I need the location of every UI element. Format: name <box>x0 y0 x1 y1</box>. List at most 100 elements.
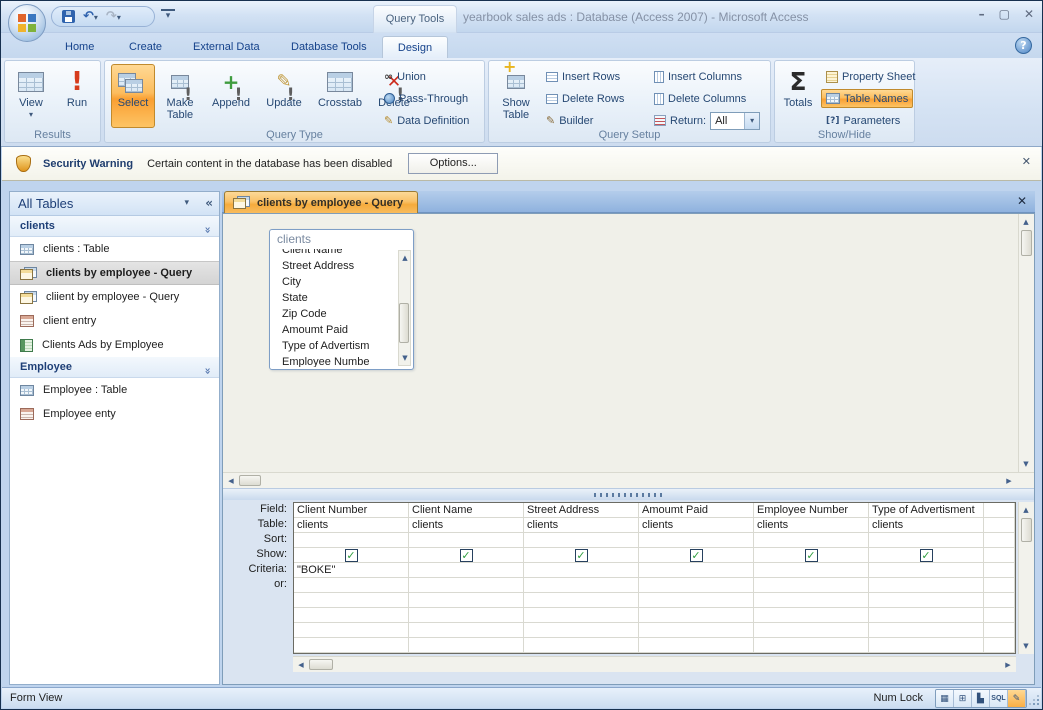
scroll-right-icon[interactable]: ▶ <box>1001 658 1015 672</box>
grid-cell-criteria[interactable] <box>754 563 869 578</box>
grid-cell[interactable] <box>409 638 524 653</box>
grid-cell[interactable] <box>294 623 409 638</box>
grid-cell-show[interactable]: ✓ <box>754 548 869 563</box>
scroll-up-icon[interactable]: ▲ <box>1019 503 1033 517</box>
scroll-down-icon[interactable]: ▼ <box>1019 457 1033 471</box>
datasheet-view-button[interactable]: ▦ <box>936 690 954 707</box>
grid-cell-show[interactable]: ✓ <box>294 548 409 563</box>
grid-cell-table[interactable]: clients <box>754 518 869 533</box>
grid-cell-show[interactable]: ✓ <box>639 548 754 563</box>
grid-cell[interactable] <box>524 593 639 608</box>
return-dropdown-icon[interactable]: ▾ <box>744 113 759 129</box>
scroll-left-icon[interactable]: ◀ <box>224 474 238 488</box>
grid-cell-or[interactable] <box>639 578 754 593</box>
message-bar-close-icon[interactable]: ✕ <box>1022 155 1031 168</box>
pass-through-button[interactable]: Pass-Through <box>379 89 473 108</box>
pivottable-view-button[interactable]: ⊞ <box>954 690 972 707</box>
tab-design[interactable]: Design <box>382 36 448 58</box>
data-definition-button[interactable]: ✎ Data Definition <box>379 111 474 130</box>
grid-cell-sort[interactable] <box>409 533 524 548</box>
make-table-button[interactable]: ! Make Table <box>157 64 203 128</box>
grid-cell-criteria[interactable] <box>869 563 984 578</box>
grid-cell[interactable] <box>294 593 409 608</box>
show-checkbox[interactable]: ✓ <box>690 549 703 562</box>
run-button[interactable]: ! Run <box>57 64 97 128</box>
tab-home[interactable]: Home <box>53 36 106 58</box>
show-table-button[interactable]: + Show Table <box>495 64 537 128</box>
nav-pane-header[interactable]: All Tables ▾ « <box>10 192 219 216</box>
parameters-button[interactable]: [?] Parameters <box>821 111 905 130</box>
grid-cell-table[interactable]: clients <box>409 518 524 533</box>
grid-cell[interactable] <box>984 503 1015 518</box>
minimize-button[interactable]: – <box>979 7 985 21</box>
tab-external-data[interactable]: External Data <box>181 36 272 58</box>
grid-cell[interactable] <box>754 608 869 623</box>
field-item[interactable]: Type of Advertism <box>271 338 397 354</box>
show-checkbox[interactable]: ✓ <box>345 549 358 562</box>
grid-cell-or[interactable] <box>409 578 524 593</box>
show-checkbox[interactable]: ✓ <box>920 549 933 562</box>
scrollbar-thumb[interactable] <box>1021 518 1032 542</box>
grid-cell-sort[interactable] <box>639 533 754 548</box>
grid-cell[interactable] <box>984 518 1015 533</box>
field-item[interactable]: State <box>271 290 397 306</box>
grid-cell[interactable] <box>984 563 1015 578</box>
grid-cell-sort[interactable] <box>524 533 639 548</box>
grid-cell-show[interactable]: ✓ <box>524 548 639 563</box>
table-names-button[interactable]: Table Names <box>821 89 913 108</box>
options-button[interactable]: Options... <box>408 153 498 174</box>
append-button[interactable]: +! Append <box>205 64 257 128</box>
grid-cell-criteria[interactable] <box>524 563 639 578</box>
scroll-down-icon[interactable]: ▼ <box>398 351 412 365</box>
nav-pane-menu-icon[interactable]: ▾ <box>184 192 189 215</box>
nav-item-employee-table[interactable]: Employee : Table <box>10 378 219 402</box>
field-list-clients[interactable]: clients Client Name Street Address City … <box>269 229 414 370</box>
scroll-up-icon[interactable]: ▲ <box>1019 215 1033 229</box>
grid-cell-field[interactable]: Amoumt Paid <box>639 503 754 518</box>
nav-item-cliient-by-employee-query[interactable]: cliient by employee - Query <box>10 285 219 309</box>
field-item[interactable]: Client Name <box>271 249 397 258</box>
field-item[interactable]: Employee Numbe <box>271 354 397 367</box>
grid-cell-or[interactable] <box>524 578 639 593</box>
nav-item-clients-by-employee-query[interactable]: clients by employee - Query <box>10 261 219 285</box>
totals-button[interactable]: Σ Totals <box>779 64 817 128</box>
field-item[interactable]: Street Address <box>271 258 397 274</box>
update-button[interactable]: ✎! Update <box>259 64 309 128</box>
grid-cell-sort[interactable] <box>869 533 984 548</box>
grid-cell-or[interactable] <box>754 578 869 593</box>
grid-cell-sort[interactable] <box>294 533 409 548</box>
builder-button[interactable]: ✎ Builder <box>541 111 598 130</box>
grid-cell[interactable] <box>869 623 984 638</box>
scroll-up-icon[interactable]: ▲ <box>398 251 412 265</box>
chevron-up-icon[interactable]: » <box>197 226 217 233</box>
scroll-left-icon[interactable]: ◀ <box>294 658 308 672</box>
field-item[interactable]: City <box>271 274 397 290</box>
grid-cell[interactable] <box>984 578 1015 593</box>
property-sheet-button[interactable]: Property Sheet <box>821 67 920 86</box>
grid-cell[interactable] <box>639 623 754 638</box>
grid-cell-or[interactable] <box>869 578 984 593</box>
insert-columns-button[interactable]: Insert Columns <box>649 67 747 86</box>
redo-button[interactable]: ↷▾ <box>106 10 121 23</box>
grid-cell[interactable] <box>294 638 409 653</box>
grid-horizontal-scrollbar[interactable]: ◀ ▶ <box>293 656 1016 672</box>
grid-cell[interactable] <box>869 593 984 608</box>
sql-view-button[interactable]: SQL <box>990 690 1008 707</box>
grid-cell[interactable] <box>754 623 869 638</box>
grid-cell[interactable] <box>409 608 524 623</box>
undo-button[interactable]: ↶▾ <box>83 10 98 23</box>
grid-cell[interactable] <box>639 593 754 608</box>
nav-group-employee[interactable]: Employee » <box>10 357 219 378</box>
customize-quick-access-toolbar-button[interactable]: ▾ <box>161 9 175 21</box>
help-button[interactable]: ? <box>1015 37 1032 54</box>
nav-item-clients-ads-by-employee[interactable]: Clients Ads by Employee <box>10 333 219 357</box>
scrollbar-thumb[interactable] <box>1021 230 1032 256</box>
grid-cell-field[interactable]: Employee Number <box>754 503 869 518</box>
grid-cell[interactable] <box>524 638 639 653</box>
top-pane-vertical-scrollbar[interactable]: ▲ ▼ <box>1018 214 1034 472</box>
crosstab-button[interactable]: Crosstab <box>311 64 369 128</box>
nav-item-employee-enty[interactable]: Employee enty <box>10 402 219 426</box>
save-icon[interactable] <box>62 10 75 23</box>
grid-cell-field[interactable]: Street Address <box>524 503 639 518</box>
grid-cell-criteria[interactable] <box>639 563 754 578</box>
